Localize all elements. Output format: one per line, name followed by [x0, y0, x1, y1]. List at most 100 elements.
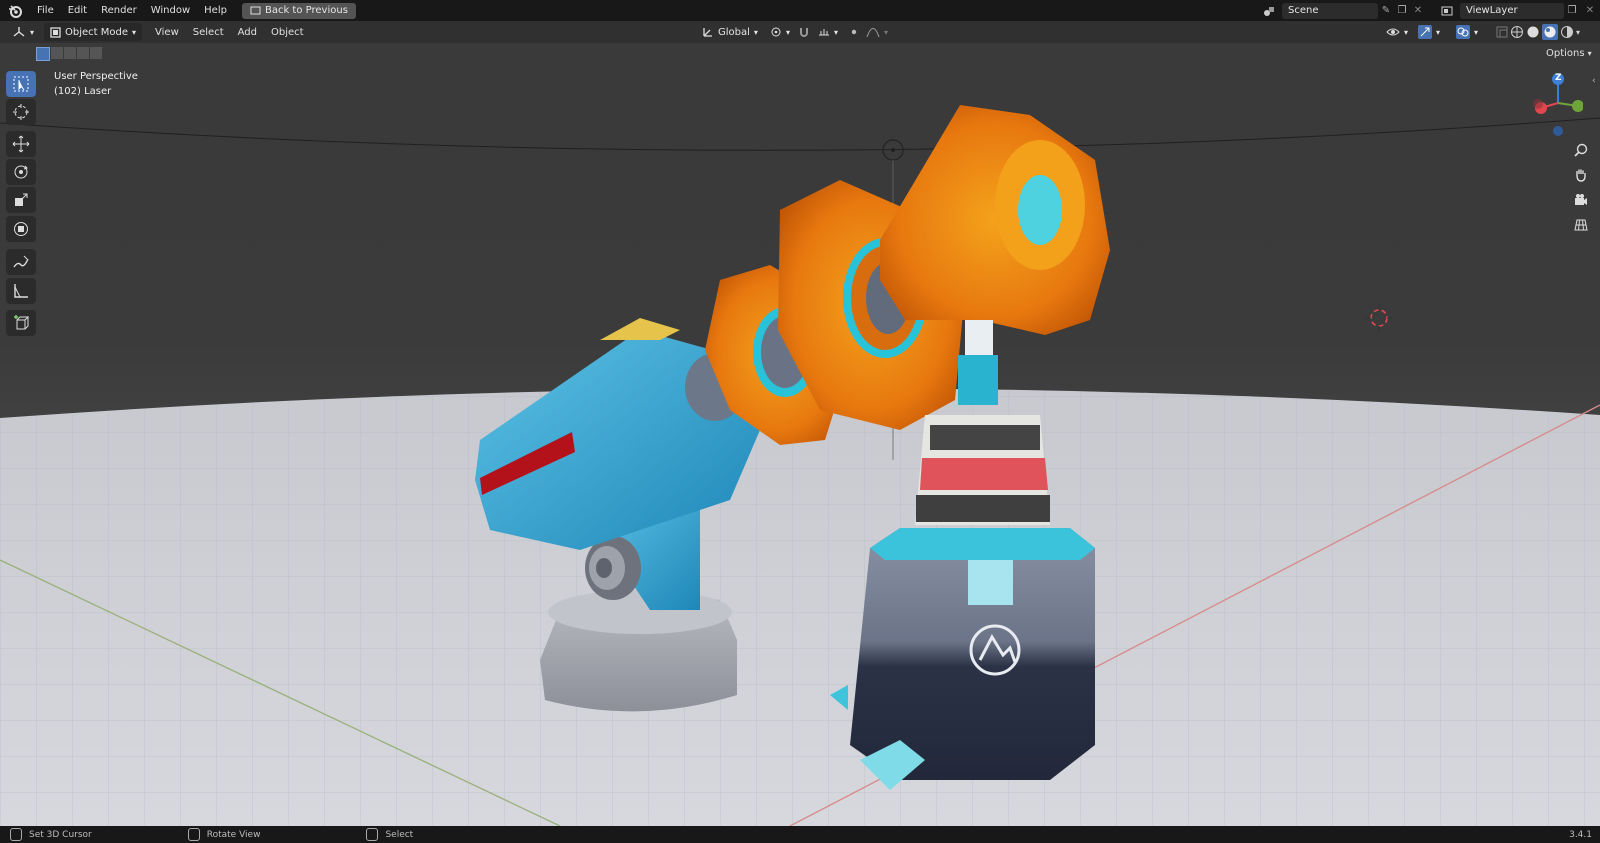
cursor-tool[interactable] — [6, 99, 36, 125]
chevron-down-icon: ▾ — [132, 27, 137, 37]
rotate-tool[interactable] — [6, 159, 36, 185]
chevron-down-icon: ▾ — [1587, 49, 1592, 58]
mouse-middle-icon — [187, 828, 200, 841]
orientation-label: Global — [718, 26, 750, 38]
magnet-icon — [800, 28, 808, 37]
gizmo-icon — [1418, 25, 1432, 39]
shading-mode-group: ▾ — [1510, 24, 1580, 40]
mode-dropdown[interactable]: Object Mode ▾ — [44, 23, 143, 41]
chevron-down-icon: ▾ — [884, 27, 889, 37]
editor-type-dropdown[interactable]: ▾ — [6, 23, 40, 41]
status-right-action: Select — [385, 829, 414, 840]
menu-window[interactable]: Window — [144, 0, 197, 21]
snap-increment-icon — [819, 29, 829, 36]
close-view-layer-icon[interactable]: ✕ — [1580, 5, 1600, 16]
mouse-left-icon — [10, 828, 22, 841]
wireframe-shading-icon[interactable] — [1510, 25, 1524, 39]
camera-icon — [1575, 194, 1587, 205]
header-menu-object[interactable]: Object — [264, 22, 311, 43]
header-menu-view[interactable]: View — [148, 22, 186, 43]
snap-target-dropdown[interactable]: ▾ — [812, 23, 844, 41]
pivot-icon — [771, 27, 781, 37]
menu-help[interactable]: Help — [197, 0, 234, 21]
add-cube-icon — [14, 315, 30, 330]
overlays-toggle[interactable]: ▾ — [1450, 23, 1484, 41]
menu-render[interactable]: Render — [94, 0, 144, 21]
move-arrows-icon — [12, 135, 30, 153]
camera-view-button[interactable] — [1570, 189, 1592, 211]
chevron-down-icon: ▾ — [1474, 27, 1479, 37]
overlays-icon — [1456, 25, 1470, 39]
header-menu-select[interactable]: Select — [186, 22, 231, 43]
sidebar-toggle-icon[interactable]: ‹ — [1592, 76, 1596, 86]
select-intersect-icon[interactable] — [90, 47, 102, 59]
transform-orientation-dropdown[interactable]: Global ▾ — [696, 23, 764, 41]
select-invert-icon[interactable] — [77, 47, 89, 59]
3d-viewport-icon — [13, 27, 25, 37]
chevron-down-icon: ▾ — [1436, 27, 1441, 37]
select-subtract-icon[interactable] — [64, 47, 76, 59]
screen-icon — [250, 6, 261, 14]
eye-icon — [1386, 28, 1400, 36]
menu-file[interactable]: File — [30, 0, 61, 21]
move-tool[interactable] — [6, 131, 36, 157]
header-menu-add[interactable]: Add — [231, 22, 264, 43]
selection-mode-group — [36, 47, 102, 61]
grid-perspective-icon — [1574, 219, 1588, 231]
measure-tool[interactable] — [6, 278, 36, 304]
falloff-dropdown[interactable]: ▾ — [860, 23, 894, 41]
scene-field[interactable]: Scene — [1282, 2, 1378, 19]
3d-cursor-icon — [13, 104, 29, 120]
status-bar: Set 3D Cursor Rotate View Select 3.4.1 — [0, 826, 1600, 843]
pencil-icon — [13, 255, 29, 268]
ruler-icon — [14, 284, 28, 298]
close-scene-icon[interactable]: ✕ — [1410, 5, 1426, 16]
cursor-arrow-icon — [13, 76, 29, 92]
back-to-previous-button[interactable]: Back to Previous — [241, 2, 356, 19]
scene-icon[interactable] — [1256, 5, 1282, 17]
chevron-down-icon: ▾ — [1404, 27, 1409, 37]
new-scene-icon[interactable]: ❐ — [1394, 5, 1410, 16]
transform-tool[interactable] — [6, 216, 36, 242]
navigation-gizmo[interactable]: Z — [1523, 71, 1584, 141]
pan-view-button[interactable] — [1570, 164, 1592, 186]
solid-shading-icon[interactable] — [1526, 25, 1540, 39]
material-preview-shading-icon[interactable] — [1542, 24, 1558, 40]
chevron-down-icon[interactable]: ▾ — [1576, 28, 1580, 37]
perspective-toggle-button[interactable] — [1570, 214, 1592, 236]
menu-edit[interactable]: Edit — [61, 0, 94, 21]
active-object-label: (102) Laser — [54, 86, 112, 97]
perspective-label: User Perspective — [54, 71, 138, 82]
chevron-down-icon: ▾ — [834, 27, 839, 37]
new-view-layer-icon[interactable]: ❐ — [1564, 5, 1580, 16]
hand-icon — [1576, 169, 1586, 182]
chevron-down-icon: ▾ — [786, 27, 791, 37]
add-cube-tool[interactable] — [6, 310, 36, 336]
zoom-view-button[interactable] — [1570, 139, 1592, 161]
magnifier-icon — [1574, 143, 1588, 157]
falloff-curve-icon — [866, 28, 880, 38]
3d-viewport[interactable]: User Perspective (102) Laser Z Options ▾… — [0, 43, 1600, 826]
scene-render — [0, 105, 1600, 826]
options-dropdown[interactable]: Options ▾ — [1546, 48, 1592, 59]
scale-icon — [15, 193, 28, 206]
select-extend-icon[interactable] — [51, 47, 63, 59]
blender-logo-icon[interactable] — [0, 4, 30, 18]
gizmo-z-label: Z — [1555, 73, 1562, 83]
pin-icon[interactable]: ✎ — [1378, 5, 1394, 16]
rendered-shading-icon[interactable] — [1560, 25, 1574, 39]
rotate-icon — [14, 165, 28, 179]
view-layer-field[interactable]: ViewLayer — [1460, 2, 1564, 19]
options-label: Options — [1546, 48, 1585, 59]
select-new-icon[interactable] — [36, 47, 50, 61]
chevron-down-icon: ▾ — [753, 27, 758, 37]
gizmo-toggle[interactable]: ▾ — [1412, 23, 1446, 41]
xray-icon — [1496, 26, 1508, 38]
mode-label: Object Mode — [65, 26, 129, 38]
select-box-tool[interactable] — [6, 71, 36, 97]
view-layer-icon[interactable] — [1434, 5, 1460, 17]
visibility-dropdown[interactable]: ▾ — [1380, 23, 1414, 41]
scale-tool[interactable] — [6, 187, 36, 213]
annotate-tool[interactable] — [6, 249, 36, 275]
top-bar: File Edit Render Window Help Back to Pre… — [0, 0, 1600, 21]
